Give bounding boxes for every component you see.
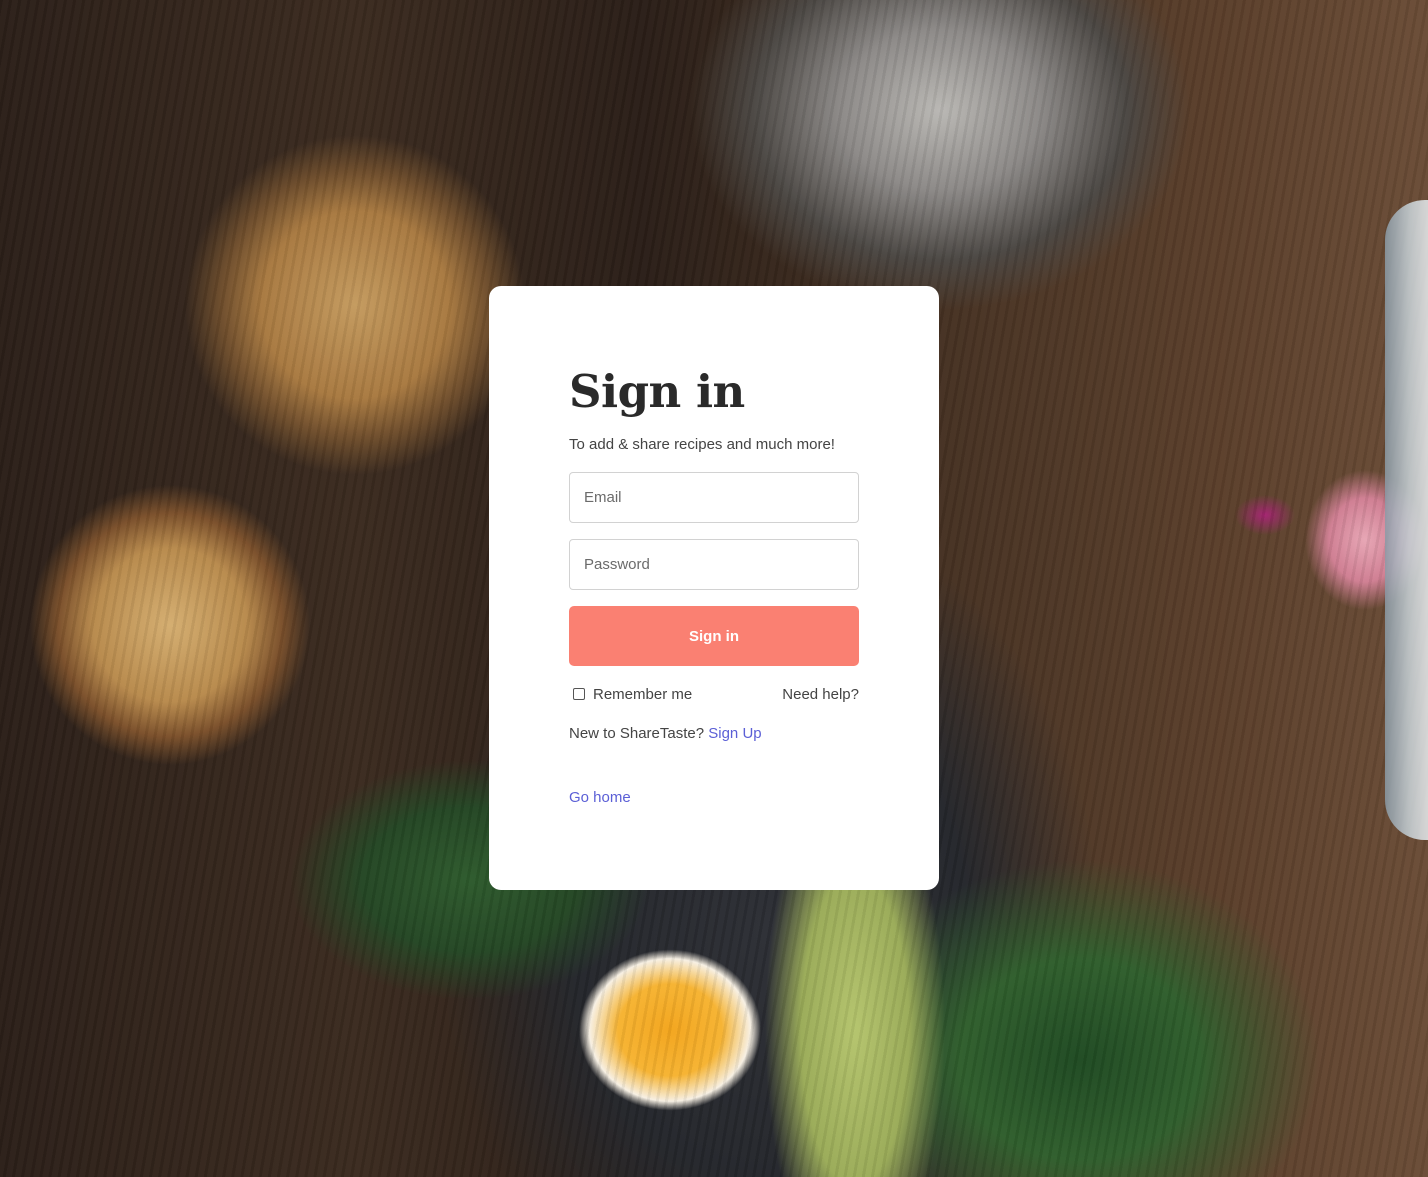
need-help-link[interactable]: Need help? xyxy=(782,686,859,703)
page-title: Sign in xyxy=(569,365,745,418)
remember-me-toggle[interactable]: Remember me xyxy=(569,686,692,703)
background-plate xyxy=(1385,200,1428,840)
signin-button[interactable]: Sign in xyxy=(569,606,859,666)
signup-prompt: New to ShareTaste? Sign Up xyxy=(569,724,859,744)
password-field[interactable] xyxy=(569,539,859,590)
remember-me-label: Remember me xyxy=(593,685,693,703)
email-field[interactable] xyxy=(569,472,859,523)
signin-form: Sign in To add & share recipes and much … xyxy=(569,366,859,808)
signup-prompt-text: New to ShareTaste? xyxy=(569,725,705,742)
signup-link[interactable]: Sign Up xyxy=(708,725,761,742)
signin-card: Sign in To add & share recipes and much … xyxy=(489,286,939,890)
page-subtitle: To add & share recipes and much more! xyxy=(569,436,835,453)
options-row: Remember me Need help? xyxy=(569,684,859,704)
go-home-link[interactable]: Go home xyxy=(569,788,631,808)
remember-me-checkbox[interactable] xyxy=(573,688,585,700)
